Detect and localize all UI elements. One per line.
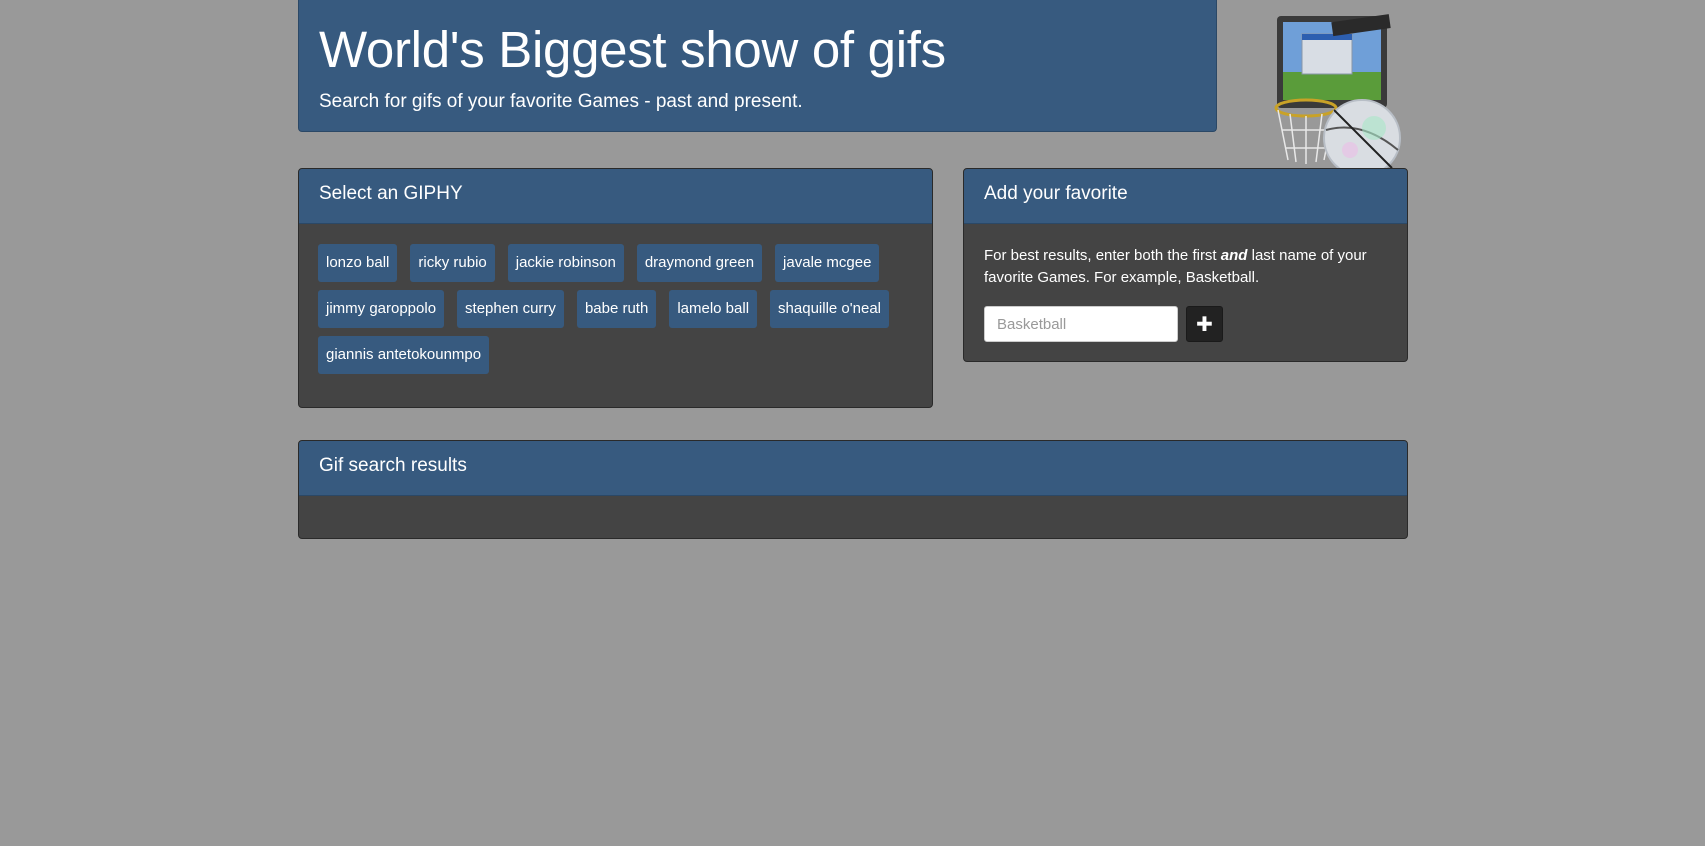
page-title: World's Biggest show of gifs — [319, 21, 946, 78]
help-text-emphasis: and — [1220, 247, 1248, 264]
add-help-text: For best results, enter both the first a… — [984, 245, 1384, 289]
topic-button[interactable]: giannis antetokounmpo — [318, 336, 490, 374]
gif-results-panel: Gif search results — [298, 440, 1408, 539]
add-favorite-button[interactable]: ✚ — [1186, 306, 1223, 342]
header-jumbotron: World's Biggest show of gifs Search for … — [298, 0, 1217, 132]
page-subtitle: Search for gifs of your favorite Games -… — [319, 91, 803, 112]
help-text-start: For best results, enter both the first — [984, 247, 1221, 264]
topic-button[interactable]: javale mcgee — [775, 244, 880, 282]
add-form: ✚ — [984, 306, 1387, 342]
topic-button[interactable]: jimmy garoppolo — [318, 290, 445, 328]
topic-button[interactable]: babe ruth — [576, 290, 657, 328]
topic-button[interactable]: stephen curry — [457, 290, 564, 328]
topic-button[interactable]: draymond green — [636, 244, 763, 282]
topic-button[interactable]: shaquille o'neal — [770, 290, 889, 328]
topic-button-group: lonzo ball ricky rubio jackie robinson dray… — [299, 224, 932, 382]
select-panel-heading: Select an GIPHY — [299, 169, 932, 224]
select-giphy-panel: Select an GIPHY lonzo ball ricky rubio jac… — [298, 168, 933, 408]
topic-button[interactable]: lamelo ball — [669, 290, 758, 328]
computer-basketball-hoop-graphic — [1262, 10, 1402, 170]
topic-button[interactable]: jackie robinson — [507, 244, 624, 282]
plus-icon: ✚ — [1196, 312, 1213, 336]
add-panel-body: For best results, enter both the first a… — [964, 224, 1407, 342]
topic-button[interactable]: lonzo ball — [318, 244, 398, 282]
add-favorite-panel: Add your favorite For best results, ente… — [963, 168, 1408, 362]
add-panel-title: Add your favorite — [984, 183, 1128, 204]
favorite-input[interactable] — [984, 306, 1178, 342]
select-panel-title: Select an GIPHY — [319, 183, 463, 204]
results-panel-heading: Gif search results — [299, 441, 1407, 496]
results-panel-title: Gif search results — [319, 455, 467, 476]
topic-button[interactable]: ricky rubio — [410, 244, 495, 282]
add-panel-heading: Add your favorite — [964, 169, 1407, 224]
